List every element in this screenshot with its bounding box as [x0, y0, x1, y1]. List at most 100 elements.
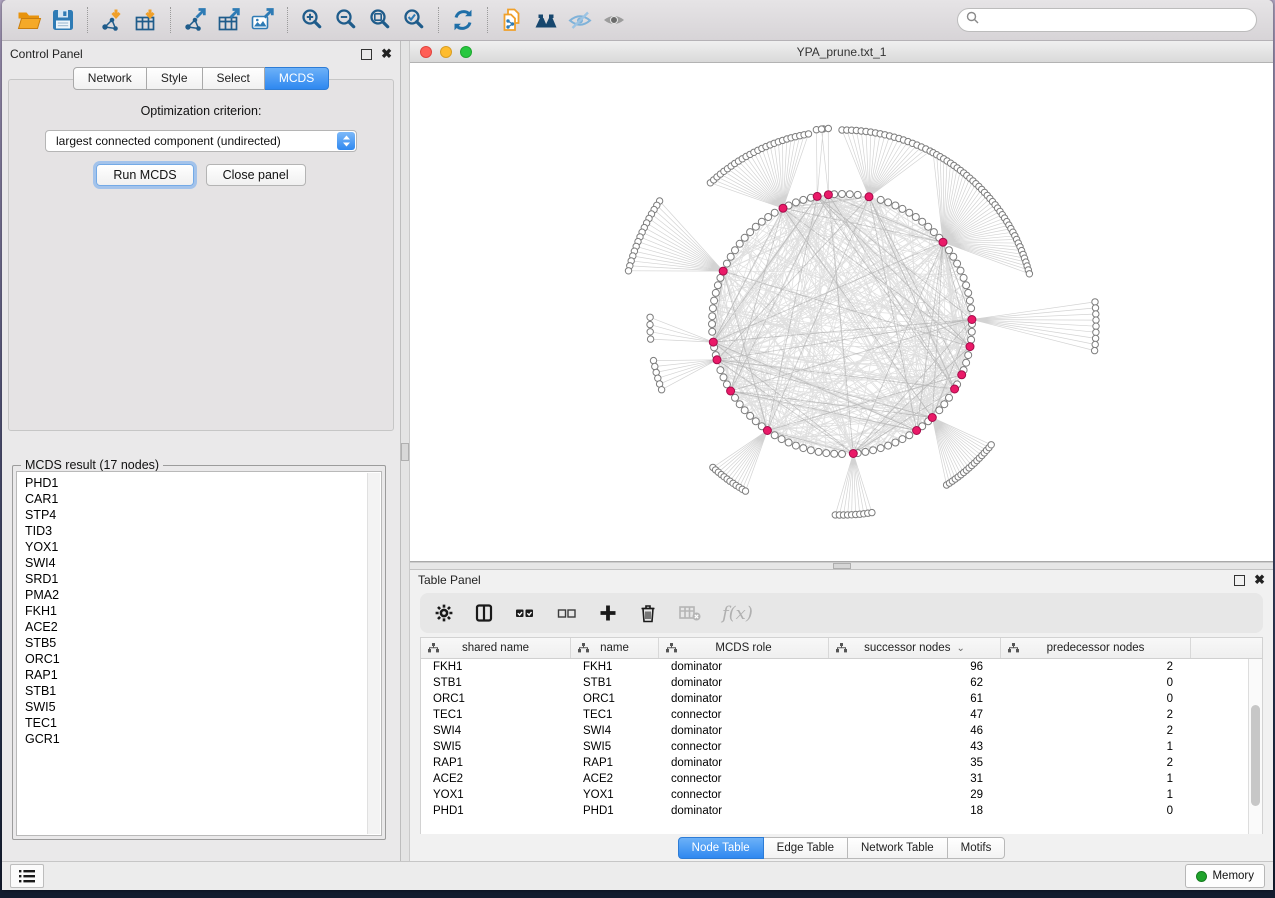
network-node[interactable]	[862, 448, 869, 455]
network-node[interactable]	[963, 282, 970, 289]
network-leaf-node[interactable]	[869, 509, 875, 515]
close-panel-icon[interactable]: ✖	[1254, 575, 1265, 585]
network-node[interactable]	[912, 214, 919, 221]
network-leaf-node[interactable]	[1093, 323, 1099, 329]
import-network-icon[interactable]	[95, 5, 129, 35]
network-node[interactable]	[800, 196, 807, 203]
run-mcds-button[interactable]: Run MCDS	[96, 164, 193, 186]
network-leaf-node[interactable]	[1026, 271, 1032, 277]
network-node[interactable]	[946, 247, 953, 254]
mcds-result-item[interactable]: YOX1	[25, 539, 381, 555]
network-node[interactable]	[747, 412, 754, 419]
network-leaf-node[interactable]	[818, 126, 824, 132]
zoom-fit-icon[interactable]	[363, 5, 397, 35]
network-node[interactable]	[747, 229, 754, 236]
network-leaf-node[interactable]	[742, 488, 748, 494]
network-leaf-node[interactable]	[1092, 305, 1098, 311]
network-leaf-node[interactable]	[647, 336, 653, 342]
network-node[interactable]	[906, 432, 913, 439]
network-node[interactable]	[771, 209, 778, 216]
mcds-result-list[interactable]: PHD1CAR1STP4TID3YOX1SWI4SRD1PMA2FKH1ACE2…	[16, 471, 382, 836]
network-node[interactable]	[899, 205, 906, 212]
mcds-result-item[interactable]: STP4	[25, 507, 381, 523]
network-node[interactable]	[831, 450, 838, 457]
network-node[interactable]	[736, 240, 743, 247]
network-node[interactable]	[946, 394, 953, 401]
table-row[interactable]: STB1STB1dominator620	[421, 675, 1262, 691]
vertical-splitter[interactable]	[401, 41, 410, 862]
network-node[interactable]	[877, 196, 884, 203]
table-row[interactable]: FKH1FKH1dominator962	[421, 659, 1262, 675]
export-table-icon[interactable]	[212, 5, 246, 35]
network-node[interactable]	[736, 401, 743, 408]
hide-selected-icon[interactable]	[563, 5, 597, 35]
network-node[interactable]	[950, 253, 957, 260]
network-node[interactable]	[709, 321, 716, 328]
minimize-window-icon[interactable]	[440, 46, 452, 58]
select-all-icon[interactable]	[514, 600, 536, 626]
table-row[interactable]: TEC1TEC1connector472	[421, 707, 1262, 723]
mcds-result-item[interactable]: PMA2	[25, 587, 381, 603]
network-node[interactable]	[752, 223, 759, 230]
tab-network[interactable]: Network	[73, 67, 147, 90]
network-leaf-node[interactable]	[988, 442, 994, 448]
network-leaf-node[interactable]	[1092, 299, 1098, 305]
network-hub-node[interactable]	[958, 371, 966, 379]
network-node[interactable]	[717, 367, 724, 374]
network-leaf-node[interactable]	[647, 321, 653, 327]
float-panel-icon[interactable]	[361, 49, 372, 60]
network-node[interactable]	[936, 407, 943, 414]
network-node[interactable]	[957, 267, 964, 274]
network-node[interactable]	[709, 328, 716, 335]
network-node[interactable]	[792, 442, 799, 449]
export-network-icon[interactable]	[178, 5, 212, 35]
network-hub-node[interactable]	[763, 427, 771, 435]
mcds-result-item[interactable]: STB1	[25, 683, 381, 699]
table-row[interactable]: RAP1RAP1dominator352	[421, 755, 1262, 771]
network-hub-node[interactable]	[709, 338, 717, 346]
mcds-result-item[interactable]: TEC1	[25, 715, 381, 731]
network-node[interactable]	[930, 229, 937, 236]
network-node[interactable]	[823, 450, 830, 457]
network-hub-node[interactable]	[968, 316, 976, 324]
tab-network-table[interactable]: Network Table	[848, 837, 948, 859]
zoom-in-icon[interactable]	[295, 5, 329, 35]
network-hub-node[interactable]	[951, 385, 959, 393]
mcds-result-item[interactable]: STB5	[25, 635, 381, 651]
export-image-icon[interactable]	[246, 5, 280, 35]
mcds-result-item[interactable]: SRD1	[25, 571, 381, 587]
network-node[interactable]	[711, 297, 718, 304]
table-row[interactable]: SWI5SWI5connector431	[421, 739, 1262, 755]
mcds-result-item[interactable]: SWI5	[25, 699, 381, 715]
network-node[interactable]	[968, 328, 975, 335]
network-leaf-node[interactable]	[1092, 341, 1098, 347]
network-leaf-node[interactable]	[647, 314, 653, 320]
table-row[interactable]: ACE2ACE2connector311	[421, 771, 1262, 787]
mcds-result-item[interactable]: SWI4	[25, 555, 381, 571]
memory-button[interactable]: Memory	[1185, 864, 1265, 888]
network-leaf-node[interactable]	[625, 268, 631, 274]
splitter-handle[interactable]	[833, 563, 851, 569]
show-hide-columns-icon[interactable]	[474, 600, 494, 626]
mcds-result-item[interactable]: PHD1	[25, 475, 381, 491]
network-node[interactable]	[741, 407, 748, 414]
network-node[interactable]	[732, 247, 739, 254]
network-hub-node[interactable]	[928, 414, 936, 422]
table-row[interactable]: YOX1YOX1connector291	[421, 787, 1262, 803]
network-node[interactable]	[815, 448, 822, 455]
mcds-result-item[interactable]: ACE2	[25, 619, 381, 635]
close-panel-button[interactable]: Close panel	[206, 164, 306, 186]
network-node[interactable]	[877, 445, 884, 452]
tab-style[interactable]: Style	[147, 67, 203, 90]
mcds-result-scrollbar[interactable]	[367, 473, 380, 834]
import-table-icon[interactable]	[129, 5, 163, 35]
network-leaf-node[interactable]	[647, 329, 653, 335]
close-panel-icon[interactable]: ✖	[381, 49, 392, 59]
zoom-out-icon[interactable]	[329, 5, 363, 35]
network-node[interactable]	[968, 305, 975, 312]
network-hub-node[interactable]	[727, 387, 735, 395]
network-node[interactable]	[727, 253, 734, 260]
delete-columns-icon[interactable]	[638, 600, 658, 626]
network-node[interactable]	[792, 199, 799, 206]
tab-node-table[interactable]: Node Table	[678, 837, 764, 859]
